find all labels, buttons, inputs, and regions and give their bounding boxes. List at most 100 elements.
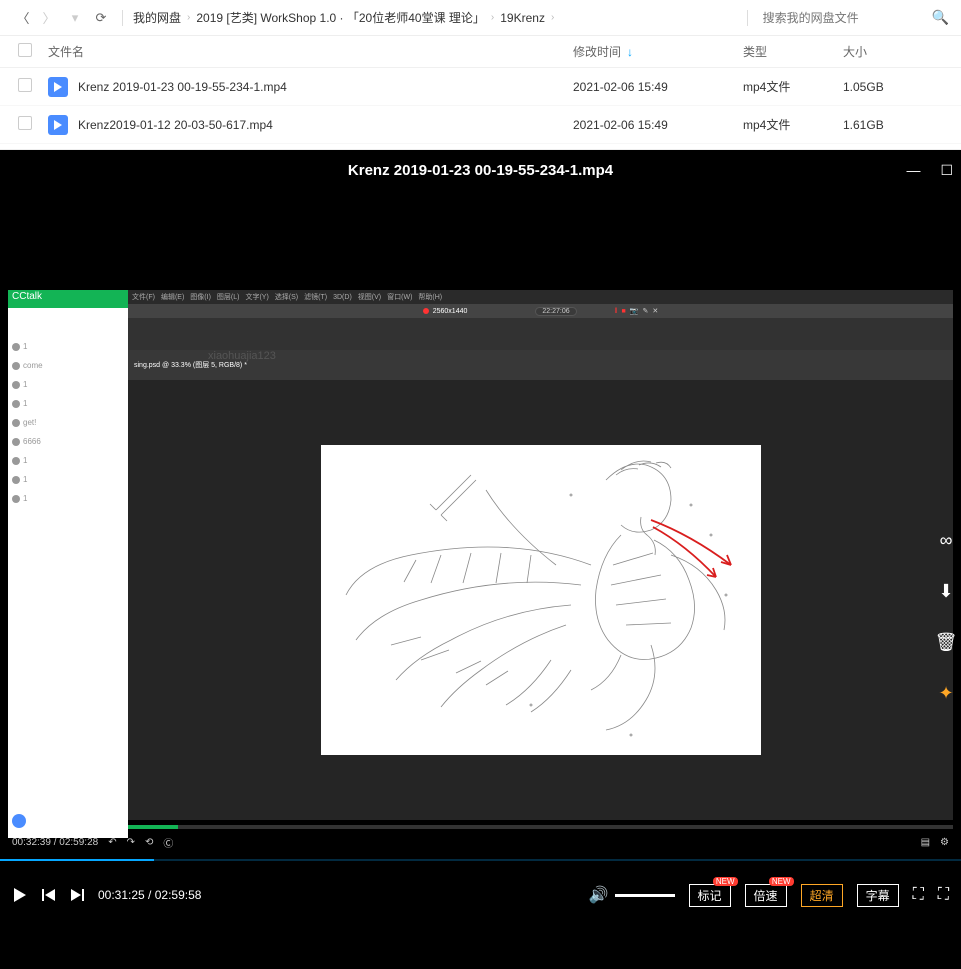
delete-icon[interactable]: 🗑 xyxy=(935,632,958,653)
avatar xyxy=(12,438,20,446)
chevron-right-icon: › xyxy=(551,12,554,23)
timer-badge: 22:27:06 xyxy=(535,307,576,316)
volume-slider[interactable] xyxy=(615,894,675,897)
cctalk-label: CCtalk xyxy=(8,290,128,308)
settings-icon[interactable]: ⚙ xyxy=(940,837,949,848)
cc-icon[interactable]: Ⓒ xyxy=(163,835,173,850)
video-file-icon xyxy=(48,77,68,97)
main-seek-fill xyxy=(0,859,154,861)
file-name: Krenz 2019-01-23 00-19-55-234-1.mp4 xyxy=(78,80,287,94)
pip-icon[interactable]: ⛶ xyxy=(913,886,924,904)
chevron-right-icon: › xyxy=(187,12,190,23)
canvas-container: xiaohuajia123 xyxy=(128,380,953,820)
breadcrumb-item[interactable]: 19Krenz xyxy=(500,11,545,25)
chat-send-icon[interactable] xyxy=(12,814,26,828)
current-time: 00:31:25 xyxy=(98,888,145,902)
breadcrumb-item[interactable]: 我的网盘 xyxy=(133,9,181,26)
column-date-label: 修改时间 xyxy=(573,43,621,60)
chat-item: 1 xyxy=(12,380,124,389)
ps-menu[interactable]: 文字(Y) xyxy=(245,292,268,302)
nav-dropdown-icon[interactable]: ▾ xyxy=(64,7,86,29)
prev-icon[interactable]: ↶ xyxy=(108,837,116,848)
ps-menu[interactable]: 视图(V) xyxy=(358,292,381,302)
table-row[interactable]: Krenz 2019-01-23 00-19-55-234-1.mp4 2021… xyxy=(0,68,961,106)
maximize-icon[interactable]: ☐ xyxy=(940,162,953,179)
ps-menu[interactable]: 滤镜(T) xyxy=(304,292,327,302)
avatar xyxy=(12,457,20,465)
volume-control[interactable]: 🔊 xyxy=(589,885,675,905)
avatar xyxy=(12,400,20,408)
row-checkbox[interactable] xyxy=(18,116,32,130)
select-all-checkbox[interactable] xyxy=(18,43,32,57)
avatar xyxy=(12,343,20,351)
refresh-icon[interactable]: ⟳ xyxy=(90,7,112,29)
link-icon[interactable]: ∞ xyxy=(940,530,953,551)
avatar xyxy=(12,362,20,370)
avatar xyxy=(12,495,20,503)
column-name[interactable]: 文件名 xyxy=(48,43,573,60)
ps-menu[interactable]: 图层(L) xyxy=(217,292,240,302)
column-type[interactable]: 类型 xyxy=(743,43,843,60)
sketch-drawing xyxy=(321,445,761,755)
search-icon[interactable]: 🔍 xyxy=(932,9,949,26)
replay-icon[interactable]: ⟲ xyxy=(145,837,153,848)
inner-seek-bar[interactable] xyxy=(8,825,953,829)
download-icon[interactable]: ⬇ xyxy=(938,581,953,602)
speed-button[interactable]: 倍速 NEW xyxy=(745,884,787,907)
nav-forward-icon[interactable]: 〉 xyxy=(38,7,60,29)
chat-item: 1 xyxy=(12,399,124,408)
column-date[interactable]: 修改时间 ↓ xyxy=(573,43,743,60)
avatar xyxy=(12,381,20,389)
nav-back-icon[interactable]: 〈 xyxy=(12,7,34,29)
list-icon[interactable]: ▤ xyxy=(921,837,930,848)
chat-item: 6666 xyxy=(12,437,124,446)
file-size: 1.61GB xyxy=(843,118,943,132)
chevron-right-icon: › xyxy=(491,12,494,23)
file-name: Krenz2019-01-12 20-03-50-617.mp4 xyxy=(78,118,273,132)
next-icon[interactable]: ↷ xyxy=(127,837,135,848)
minimize-icon[interactable]: — xyxy=(906,162,920,178)
window-titlebar: Krenz 2019-01-23 00-19-55-234-1.mp4 — ☐ xyxy=(0,150,961,190)
file-size: 1.05GB xyxy=(843,80,943,94)
chat-item: 1 xyxy=(12,494,124,503)
table-row[interactable]: Krenz2019-01-12 20-03-50-617.mp4 2021-02… xyxy=(0,106,961,144)
volume-icon[interactable]: 🔊 xyxy=(589,885,609,905)
subtitle-button[interactable]: 字幕 xyxy=(857,884,899,907)
column-size[interactable]: 大小 xyxy=(843,43,943,60)
breadcrumb-item[interactable]: 2019 [艺类] WorkShop 1.0 · 「20位老师40堂课 理论」 xyxy=(196,9,485,26)
ps-menu[interactable]: 3D(D) xyxy=(333,294,352,301)
star-icon[interactable]: ✦ xyxy=(938,683,953,704)
chat-item: 1 xyxy=(12,342,124,351)
video-area[interactable]: CCtalk 1 come 1 1 get! 6666 1 1 1 文件(F) … xyxy=(0,190,961,850)
ps-menu[interactable]: 窗口(W) xyxy=(387,292,412,302)
window-title: Krenz 2019-01-23 00-19-55-234-1.mp4 xyxy=(348,162,613,179)
row-checkbox[interactable] xyxy=(18,78,32,92)
file-date: 2021-02-06 15:49 xyxy=(573,80,743,94)
canvas xyxy=(321,445,761,755)
breadcrumb: 我的网盘 › 2019 [艺类] WorkShop 1.0 · 「20位老师40… xyxy=(133,9,737,26)
recording-toolbar: 2560x1440 22:27:06 ‖ ■ 📷 ✎ ✕ xyxy=(128,304,953,318)
mark-label: 标记 xyxy=(698,889,722,903)
search-input[interactable] xyxy=(758,8,918,28)
avatar xyxy=(12,419,20,427)
ps-menu[interactable]: 选择(S) xyxy=(275,292,298,302)
ps-menu[interactable]: 图像(I) xyxy=(190,292,211,302)
sort-descending-icon: ↓ xyxy=(627,45,633,59)
main-controls: 00:31:25 / 02:59:58 🔊 标记 NEW 倍速 NEW 超清 字… xyxy=(0,871,961,919)
new-badge: NEW xyxy=(769,877,794,886)
ps-menu[interactable]: 文件(F) xyxy=(132,292,155,302)
side-toolbar: ∞ ⬇ 🗑 ✦ xyxy=(931,530,961,704)
main-seek-bar[interactable] xyxy=(0,859,961,861)
speed-label: 倍速 xyxy=(754,889,778,903)
mark-button[interactable]: 标记 NEW xyxy=(689,884,731,907)
prev-track-button[interactable] xyxy=(42,888,56,902)
ps-menu[interactable]: 帮助(H) xyxy=(418,292,442,302)
quality-button[interactable]: 超清 xyxy=(801,884,843,907)
play-button[interactable] xyxy=(12,887,28,903)
ps-menu[interactable]: 编辑(E) xyxy=(161,292,184,302)
fullscreen-icon[interactable]: ⛶ xyxy=(938,886,949,904)
record-icon xyxy=(423,308,429,314)
next-track-button[interactable] xyxy=(70,888,84,902)
divider xyxy=(747,10,748,26)
video-file-icon xyxy=(48,115,68,135)
